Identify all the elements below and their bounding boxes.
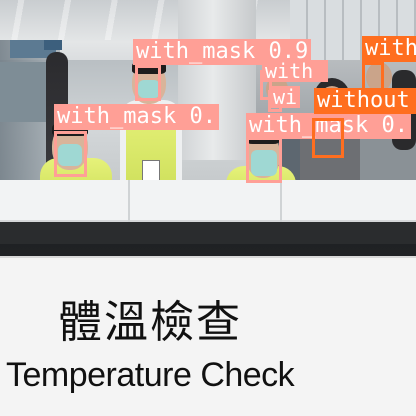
detection-box: [54, 131, 87, 177]
detection-label: without: [314, 88, 416, 114]
background-counter: [0, 62, 46, 122]
background-sign-tag: [44, 40, 62, 50]
pillar: [178, 0, 256, 160]
counter-band: [0, 222, 416, 244]
detection-box: [312, 118, 344, 158]
detection-label: with_: [262, 60, 329, 82]
detection-label: with_mask 0.: [54, 104, 219, 130]
detection-label: wi: [270, 86, 301, 108]
photo-scene: 體溫檢查 Temperature Check with_mask 0.9 wit…: [0, 0, 416, 416]
detection-label: with: [362, 36, 416, 62]
sign-chinese-text: 體溫檢查: [58, 297, 242, 348]
detection-box: [135, 65, 161, 101]
counter-seam: [128, 180, 130, 222]
sign-english-text: Temperature Check: [6, 356, 295, 394]
counter-top: [0, 180, 416, 222]
counter-seam: [280, 180, 282, 222]
detection-box: [246, 137, 282, 183]
id-badge: [142, 160, 160, 182]
